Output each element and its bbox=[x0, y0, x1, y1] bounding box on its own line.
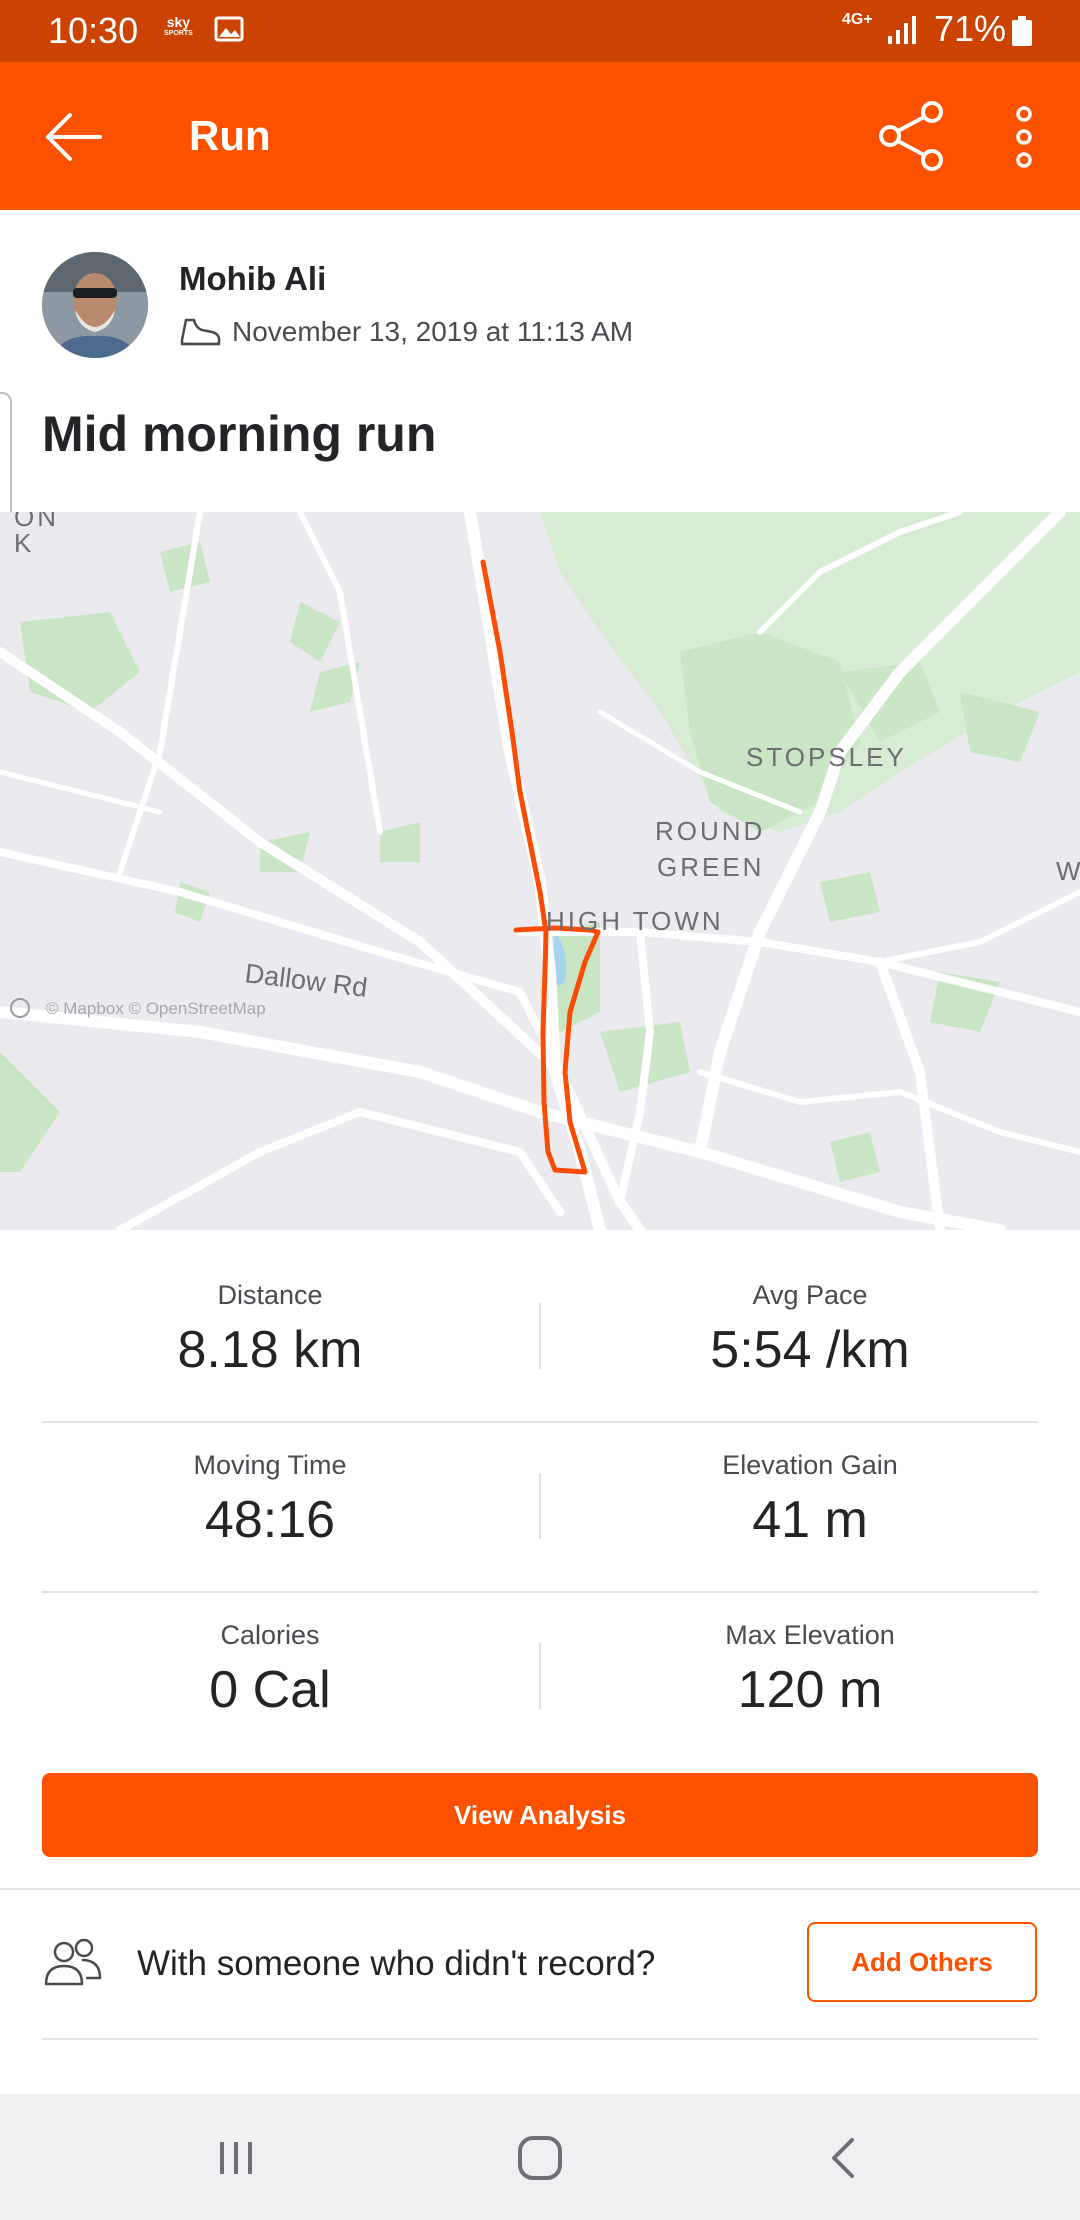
gallery-icon bbox=[214, 16, 244, 42]
network-type: 4G+ bbox=[842, 11, 873, 28]
map-attribution: © Mapbox © OpenStreetMap bbox=[46, 999, 266, 1018]
status-time: 10:30 bbox=[48, 10, 139, 51]
sky-sports-line1: sky bbox=[166, 14, 191, 30]
map-label-round: ROUND bbox=[655, 816, 765, 846]
map-canvas: STOPSLEY ROUND GREEN HIGH TOWN ON K W Da… bbox=[0, 502, 1080, 1236]
running-shoe-icon bbox=[180, 318, 221, 346]
sky-sports-line2: SPORTS bbox=[164, 30, 193, 37]
map-label-green: GREEN bbox=[657, 852, 764, 882]
activity-datetime: November 13, 2019 at 11:13 AM bbox=[232, 316, 634, 347]
map-label-stopsley: STOPSLEY bbox=[746, 742, 907, 772]
with-someone-text: With someone who didn't record? bbox=[137, 1944, 656, 1983]
section-divider bbox=[0, 1888, 1080, 1890]
calories-value: 0 Cal bbox=[209, 1661, 331, 1719]
sky-sports-icon: sky SPORTS bbox=[164, 14, 193, 40]
athlete-name[interactable]: Mohib Ali bbox=[179, 260, 326, 298]
distance-value: 8.18 km bbox=[177, 1321, 363, 1379]
stats-row-divider bbox=[42, 1591, 1038, 1593]
add-others-button[interactable]: Add Others bbox=[807, 1922, 1037, 2002]
section-divider bbox=[42, 2038, 1038, 2040]
people-icon bbox=[44, 1938, 102, 1986]
route-map[interactable]: STOPSLEY ROUND GREEN HIGH TOWN ON K W Da… bbox=[0, 502, 1080, 1236]
more-options-icon[interactable] bbox=[1000, 102, 1048, 172]
max-elevation-label: Max Elevation bbox=[725, 1620, 895, 1650]
activity-title: Mid morning run bbox=[42, 406, 437, 462]
avatar-image bbox=[42, 252, 148, 358]
share-icon[interactable] bbox=[876, 98, 948, 174]
map-label-edge-right: W bbox=[1056, 856, 1080, 886]
avg-pace-label: Avg Pace bbox=[752, 1280, 868, 1310]
moving-time-value: 48:16 bbox=[204, 1491, 336, 1549]
stats-row-divider bbox=[42, 1421, 1038, 1423]
elevation-gain-label: Elevation Gain bbox=[722, 1450, 898, 1480]
calories-label: Calories bbox=[220, 1620, 320, 1650]
view-analysis-button[interactable]: View Analysis bbox=[42, 1773, 1038, 1857]
max-elevation-value: 120 m bbox=[737, 1661, 883, 1719]
avatar[interactable] bbox=[42, 252, 148, 358]
battery-icon bbox=[1012, 16, 1032, 46]
kudos-row-partial[interactable] bbox=[42, 2076, 215, 2092]
map-label-edge-top-2: K bbox=[14, 528, 34, 558]
system-nav-bar bbox=[0, 2094, 1080, 2220]
status-bar: 10:30 sky SPORTS 4G+ 71% bbox=[0, 0, 1080, 62]
moving-time-label: Moving Time bbox=[193, 1450, 347, 1480]
app-bar: Run bbox=[0, 62, 1080, 210]
battery-percent: 71% bbox=[934, 8, 1007, 49]
screen-title: Run bbox=[189, 112, 271, 159]
signal-icon bbox=[888, 16, 916, 44]
home-icon[interactable] bbox=[516, 2134, 564, 2182]
nav-back-icon[interactable] bbox=[826, 2136, 860, 2180]
back-arrow-icon[interactable] bbox=[40, 102, 110, 172]
recent-apps-icon[interactable] bbox=[216, 2138, 256, 2178]
distance-label: Distance bbox=[217, 1280, 323, 1310]
map-label-high-town: HIGH TOWN bbox=[546, 906, 724, 936]
elevation-gain-value: 41 m bbox=[752, 1491, 868, 1549]
avg-pace-value: 5:54 /km bbox=[710, 1321, 910, 1379]
